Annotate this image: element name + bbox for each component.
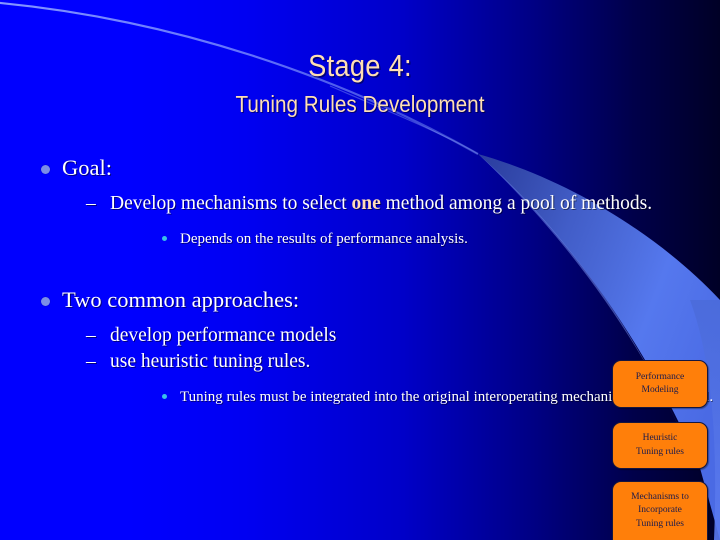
callout-box-mechanisms-incorporate[interactable]: Mechanisms to Incorporate Tuning rules: [612, 481, 708, 540]
bullet-goal-sub-1-prefix: Develop mechanisms to select: [110, 192, 352, 214]
callout-box-text: Mechanisms to Incorporate Tuning rules: [631, 491, 689, 530]
bullet-goal-sub-1: – Develop mechanisms to select one metho…: [0, 192, 720, 216]
presentation-slide: Stage 4: Tuning Rules Development Goal: …: [0, 0, 720, 540]
bullet-approaches-heading: Two common approaches:: [0, 287, 720, 314]
bullet-goal-detail: Depends on the results of performance an…: [0, 230, 720, 250]
callout-line-1: Mechanisms to: [631, 492, 689, 503]
bullet-goal-sub-1-emphasis: one: [351, 192, 381, 214]
bullet-small-dot-icon: [162, 235, 167, 241]
bullet-approaches-heading-text: Two common approaches:: [62, 287, 300, 313]
callout-line-2: Tuning rules: [636, 446, 684, 457]
callout-box-performance-modeling[interactable]: Performance Modeling: [612, 360, 708, 408]
bullet-goal-detail-text: Depends on the results of performance an…: [180, 230, 468, 247]
callout-line-2: Modeling: [641, 385, 679, 395]
slide-title: Stage 4:: [308, 48, 412, 83]
bullet-approach-2-text: use heuristic tuning rules.: [110, 350, 311, 372]
callout-line-3: Tuning rules: [636, 518, 684, 529]
bullet-dot-icon: [41, 297, 50, 307]
bullet-dash-icon: –: [86, 350, 96, 372]
callout-line-2: Incorporate: [638, 505, 682, 516]
bullet-small-dot-icon: [162, 394, 167, 400]
bullet-dash-icon: –: [86, 192, 96, 214]
title-block: Stage 4: Tuning Rules Development: [0, 48, 720, 117]
callout-box-text: Heuristic Tuning rules: [636, 432, 684, 458]
callout-line-1: Heuristic: [642, 433, 678, 444]
callout-box-text: Performance Modeling: [636, 371, 685, 397]
callout-line-1: Performance: [635, 371, 685, 382]
bullet-dash-icon: –: [86, 324, 96, 346]
bullet-dot-icon: [41, 165, 50, 174]
bullet-goal-heading-text: Goal:: [62, 155, 112, 180]
bullet-approach-1: – develop performance models: [0, 324, 720, 348]
bullet-approach-1-text: develop performance models: [110, 324, 337, 346]
bullet-goal-heading: Goal:: [0, 155, 720, 182]
callout-box-heuristic-tuning-rules[interactable]: Heuristic Tuning rules: [612, 422, 708, 469]
slide-subtitle: Tuning Rules Development: [235, 90, 485, 117]
bullet-goal-sub-1-suffix: method among a pool of methods.: [380, 192, 653, 214]
